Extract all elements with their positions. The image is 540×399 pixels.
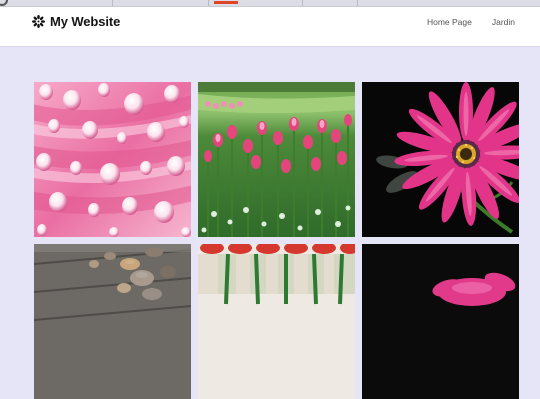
gallery-photo-pink-flower-dark[interactable] (362, 244, 519, 399)
gallery-photo-red-tulips[interactable] (198, 244, 355, 399)
tulip-field-image (198, 82, 355, 237)
brand-name: My Website (50, 13, 121, 29)
pink-flower-dark-image (362, 244, 519, 399)
browser-button-icon[interactable] (0, 0, 8, 6)
main-nav: Home Page Jardin (427, 16, 515, 28)
pink-daisy-image (362, 82, 519, 237)
active-tab-indicator (214, 1, 238, 4)
pebble-footprint-image (34, 244, 191, 399)
flower-icon (32, 14, 45, 28)
tab-divider (302, 0, 303, 6)
nav-link-home-page[interactable]: Home Page (427, 16, 472, 28)
pink-petals-droplets-image (34, 82, 191, 237)
nav-link-jardin[interactable]: Jardin (492, 16, 515, 28)
gallery-photo-pebble-footprint[interactable] (34, 244, 191, 399)
brand-link[interactable]: My Website (32, 11, 120, 31)
tab-divider (112, 0, 113, 6)
tab-divider (357, 0, 358, 6)
site-navbar: My Website Home Page Jardin (0, 7, 540, 47)
gallery-photo-tulip-field[interactable] (198, 82, 355, 237)
browser-tab-strip (0, 0, 540, 7)
tab-divider (208, 0, 209, 6)
photo-gallery (34, 82, 520, 399)
gallery-photo-pink-daisy[interactable] (362, 82, 519, 237)
red-tulips-image (198, 244, 355, 399)
gallery-photo-pink-petals-droplets[interactable] (34, 82, 191, 237)
